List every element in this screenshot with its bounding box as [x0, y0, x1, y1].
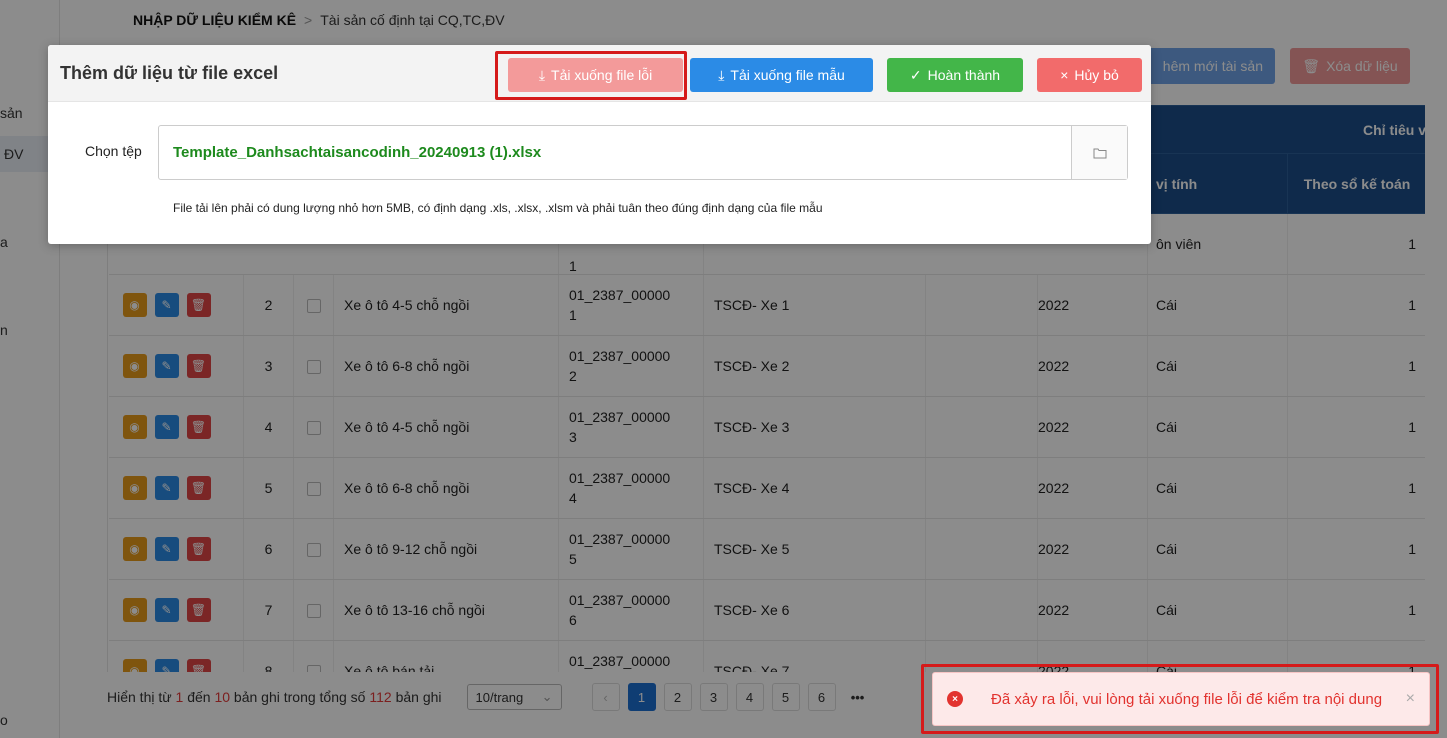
download-template-button[interactable]: ⤓ Tải xuống file mẫu: [690, 58, 873, 92]
file-upload-note: File tải lên phải có dung lượng nhỏ hơn …: [173, 201, 823, 215]
download-error-file-button[interactable]: ⤓ Tải xuống file lỗi: [508, 58, 683, 92]
check-icon: ✓: [909, 66, 922, 83]
import-excel-modal: Thêm dữ liệu từ file excel ⤓ Tải xuống f…: [48, 45, 1151, 244]
download-error-file-label: Tải xuống file lỗi: [551, 67, 653, 83]
download-icon: ⤓: [538, 66, 546, 83]
cancel-button[interactable]: × Hủy bỏ: [1037, 58, 1142, 92]
download-icon: ⤓: [718, 66, 725, 83]
download-template-label: Tải xuống file mẫu: [730, 67, 845, 83]
folder-icon[interactable]: [1071, 126, 1127, 179]
modal-title: Thêm dữ liệu từ file excel: [60, 62, 279, 83]
error-toast: × Đã xảy ra lỗi, vui lòng tải xuống file…: [932, 672, 1430, 726]
error-circle-icon: ×: [947, 691, 963, 707]
close-icon: ×: [1060, 67, 1069, 83]
toast-close-icon[interactable]: ×: [1406, 690, 1415, 708]
file-field-label: Chọn tệp: [85, 143, 142, 159]
file-input[interactable]: Template_Danhsachtaisancodinh_20240913 (…: [158, 125, 1128, 180]
complete-label: Hoàn thành: [927, 67, 1001, 83]
selected-file-name: Template_Danhsachtaisancodinh_20240913 (…: [173, 144, 542, 161]
cancel-label: Hủy bỏ: [1074, 67, 1119, 83]
complete-button[interactable]: ✓ Hoàn thành: [887, 58, 1023, 92]
toast-message: Đã xảy ra lỗi, vui lòng tải xuống file l…: [991, 690, 1383, 708]
